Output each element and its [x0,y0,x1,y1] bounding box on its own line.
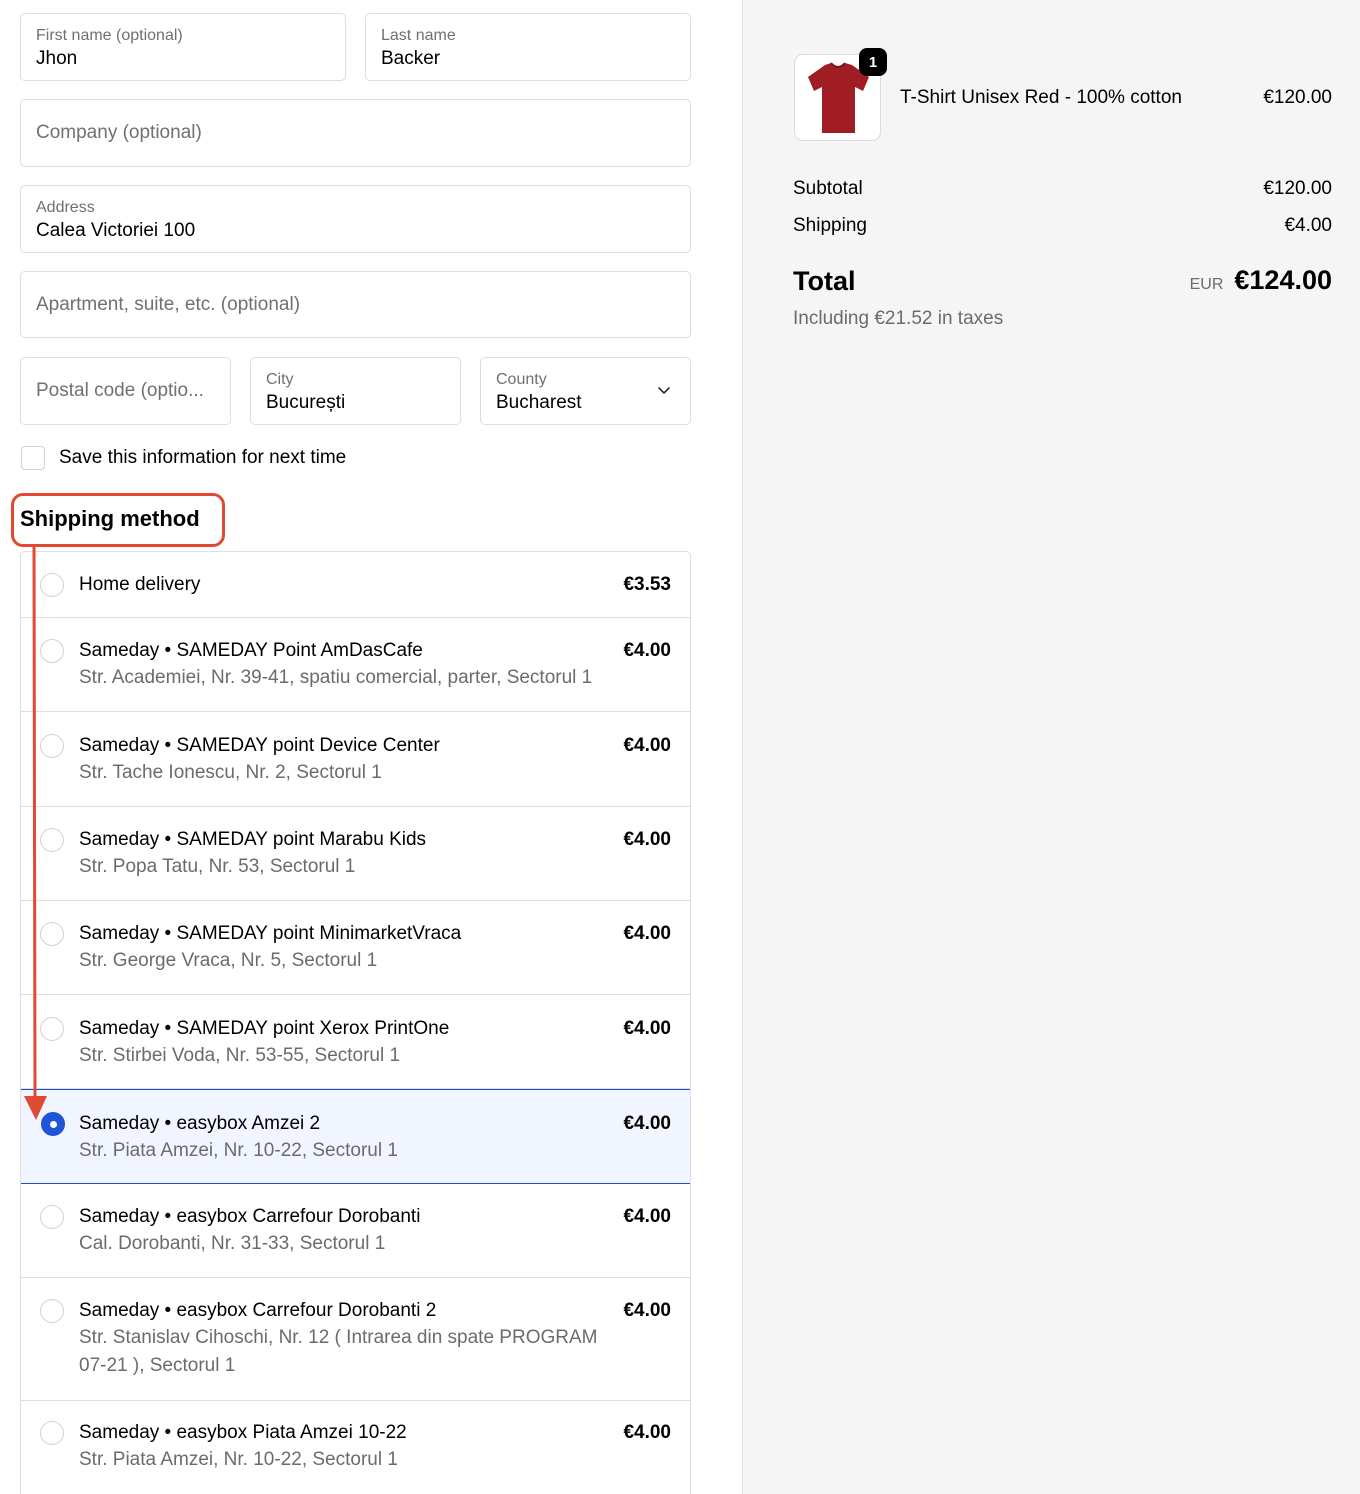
radio-button[interactable] [40,573,64,597]
radio-button[interactable] [40,639,64,663]
radio-button[interactable] [40,828,64,852]
save-info-row[interactable]: Save this information for next time [21,445,346,471]
shipping-option-address: Str. Stanislav Cihoschi, Nr. 12 ( Intrar… [79,1327,598,1376]
county-select[interactable]: County Bucharest [480,357,691,425]
shipping-option-address: Str. Piata Amzei, Nr. 10-22, Sectorul 1 [79,1449,398,1470]
shipping-option-address: Str. Stirbei Voda, Nr. 53-55, Sectorul 1 [79,1045,401,1066]
postal-code-placeholder: Postal code (optio... [36,380,204,401]
shipping-option-price: €4.00 [623,923,671,944]
total-amount: EUR €124.00 [1190,265,1332,296]
shipping-option-address: Str. Popa Tatu, Nr. 53, Sectorul 1 [79,856,356,877]
shipping-option-title: Home delivery [79,574,201,595]
shipping-option-title: Sameday • easybox Amzei 2 [79,1113,321,1134]
shipping-label: Shipping [793,215,867,236]
save-info-label: Save this information for next time [59,447,347,468]
total-label: Total [793,266,856,296]
product-name: T-Shirt Unisex Red - 100% cotton [900,87,1182,108]
radio-button-selected[interactable] [41,1112,65,1136]
first-name-field[interactable]: First name (optional) Jhon [20,13,346,81]
shipping-option-address: Str. George Vraca, Nr. 5, Sectorul 1 [79,950,378,971]
shipping-option-price: €4.00 [623,1018,671,1039]
first-name-value: Jhon [36,48,78,69]
shipping-option-price: €4.00 [623,1113,671,1134]
shipping-option-address: Str. Tache Ionescu, Nr. 2, Sectorul 1 [79,762,382,783]
shipping-option-title: Sameday • SAMEDAY point Marabu Kids [79,829,427,850]
shipping-value: €4.00 [1284,215,1332,236]
company-field[interactable]: Company (optional) [20,99,691,167]
radio-button[interactable] [40,1421,64,1445]
radio-button[interactable] [40,922,64,946]
shipping-option[interactable]: Sameday • easybox Piata Amzei 10-22 Str.… [21,1401,690,1494]
save-info-checkbox[interactable] [21,446,45,470]
apartment-field[interactable]: Apartment, suite, etc. (optional) [20,271,691,338]
shipping-option-title: Sameday • easybox Piata Amzei 10-22 [79,1422,407,1443]
first-name-label: First name (optional) [36,27,183,44]
last-name-value: Backer [381,48,441,69]
shipping-option-address: Cal. Dorobanti, Nr. 31-33, Sectorul 1 [79,1233,386,1254]
shipping-option-price: €4.00 [623,1206,671,1227]
shipping-option-title: Sameday • easybox Carrefour Dorobanti [79,1206,421,1227]
total-value: €124.00 [1234,265,1332,295]
shipping-option[interactable]: Sameday • SAMEDAY point Marabu Kids Str.… [21,807,690,901]
shipping-option-title: Sameday • SAMEDAY point MinimarketVraca [79,923,462,944]
taxes-note: Including €21.52 in taxes [793,308,1004,329]
radio-button[interactable] [40,1017,64,1041]
radio-button[interactable] [40,1205,64,1229]
city-field[interactable]: City București [250,357,461,425]
shipping-option[interactable]: Sameday • SAMEDAY point Device Center St… [21,712,690,807]
shipping-option-price: €4.00 [623,1300,671,1321]
company-placeholder: Company (optional) [36,122,202,143]
last-name-label: Last name [381,27,456,44]
quantity-badge: 1 [859,48,887,76]
shipping-option-title: Sameday • easybox Carrefour Dorobanti 2 [79,1300,437,1321]
subtotal-label: Subtotal [793,178,863,199]
county-label: County [496,371,547,388]
radio-button[interactable] [40,1299,64,1323]
shipping-option-selected[interactable]: Sameday • easybox Amzei 2 Str. Piata Amz… [21,1089,690,1184]
shipping-option-address: Str. Academiei, Nr. 39-41, spatiu comerc… [79,667,593,688]
total-currency: EUR [1189,276,1224,293]
annotation-highlight-box [11,493,225,547]
radio-button[interactable] [40,734,64,758]
shipping-option[interactable]: Sameday • SAMEDAY point MinimarketVraca … [21,901,690,995]
address-field[interactable]: Address Calea Victoriei 100 [20,185,691,253]
county-value: Bucharest [496,392,582,413]
shipping-option-price: €4.00 [623,735,671,756]
shipping-option-address: Str. Piata Amzei, Nr. 10-22, Sectorul 1 [79,1140,398,1161]
apartment-placeholder: Apartment, suite, etc. (optional) [36,293,301,315]
chevron-down-icon [658,387,670,394]
shipping-option-title: Sameday • SAMEDAY point Device Center [79,735,440,756]
checkout-form-panel: First name (optional) Jhon Last name Bac… [0,0,742,1494]
shipping-options-list: Home delivery €3.53 Sameday • SAMEDAY Po… [20,551,691,1494]
shipping-option-title: Sameday • SAMEDAY Point AmDasCafe [79,640,423,661]
city-label: City [266,371,294,388]
shipping-option[interactable]: Home delivery €3.53 [21,552,690,618]
shipping-option[interactable]: Sameday • SAMEDAY Point AmDasCafe Str. A… [21,618,690,712]
shipping-option-price: €3.53 [623,574,671,595]
address-value: Calea Victoriei 100 [36,220,196,241]
shipping-option-title: Sameday • SAMEDAY point Xerox PrintOne [79,1018,450,1039]
city-value: București [266,392,346,413]
shipping-option[interactable]: Sameday • SAMEDAY point Xerox PrintOne S… [21,995,690,1089]
product-price: €120.00 [1263,87,1332,108]
shipping-option-price: €4.00 [623,829,671,850]
shipping-option[interactable]: Sameday • easybox Carrefour Dorobanti 2 … [21,1278,690,1401]
address-label: Address [36,199,95,216]
shipping-option-price: €4.00 [623,1422,671,1443]
subtotal-value: €120.00 [1263,178,1332,199]
shipping-option-price: €4.00 [623,640,671,661]
last-name-field[interactable]: Last name Backer [365,13,691,81]
postal-code-field[interactable]: Postal code (optio... [20,357,231,425]
shipping-option[interactable]: Sameday • easybox Carrefour Dorobanti Ca… [21,1184,690,1278]
